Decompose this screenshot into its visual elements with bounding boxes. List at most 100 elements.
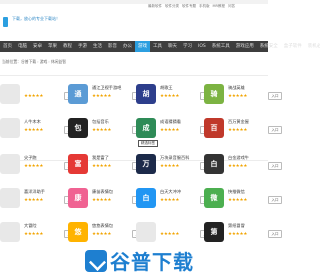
app-name[interactable]: 胡歌王	[160, 85, 173, 91]
app-icon[interactable]	[0, 118, 20, 138]
nav-item[interactable]: 装机必备	[305, 41, 320, 52]
site-logo[interactable]	[3, 17, 8, 27]
app-icon[interactable]: 悠	[68, 222, 88, 242]
app-icon-glyph	[0, 222, 20, 242]
rating-stars: ★★★★★	[160, 198, 180, 203]
app-name[interactable]: 快推微信	[228, 189, 245, 195]
nav-item[interactable]: 电脑	[15, 41, 30, 52]
site-slogan: 下载，放心的专业下载站！	[12, 16, 60, 21]
app-icon[interactable]: 万	[136, 154, 156, 174]
nav-item[interactable]: 工具	[150, 41, 165, 52]
app-icon-glyph: 富	[74, 160, 82, 168]
rating-stars: ★★★★★	[24, 164, 44, 169]
app-icon[interactable]	[0, 188, 20, 208]
app-icon[interactable]: 包	[68, 118, 88, 138]
download-button[interactable]: 入口	[268, 162, 282, 170]
breadcrumb-current: 休闲益智	[50, 59, 67, 64]
app-card[interactable]: 骑 骑战英雄 ★★★★★ 入口	[204, 84, 284, 118]
nav-item[interactable]: 系统工具	[209, 41, 233, 52]
app-card[interactable]: 第 第纸冒冒 ★★★★★ 入口	[204, 222, 284, 256]
app-icon[interactable]: 骑	[204, 84, 224, 104]
app-name[interactable]: 白金游戏牛	[228, 155, 249, 161]
tag-button[interactable]: 精选标签	[138, 140, 158, 147]
app-icon[interactable]: 百	[204, 118, 224, 138]
download-button[interactable]: 入口	[268, 92, 282, 100]
app-name[interactable]: 喜洋洋助手	[24, 189, 45, 195]
app-icon[interactable]: 第	[204, 222, 224, 242]
app-name[interactable]: 我是富了	[92, 155, 109, 161]
nav-item[interactable]: 办公	[120, 41, 135, 52]
app-icon[interactable]: 白	[204, 154, 224, 174]
top-link[interactable]: 最新软件	[148, 4, 162, 9]
app-icon[interactable]: 康	[68, 188, 88, 208]
rating-stars: ★★★★★	[92, 232, 112, 237]
app-icon-glyph: 悠	[74, 228, 82, 236]
app-name[interactable]: 通江卫视手游吧	[92, 85, 121, 91]
app-name[interactable]: 万块录音服百科	[160, 155, 189, 161]
app-name[interactable]: 百万黄金屋	[228, 119, 249, 125]
app-name[interactable]: 包括音乐	[92, 119, 109, 125]
nav-item[interactable]: 教程	[60, 41, 75, 52]
app-icon[interactable]	[0, 154, 20, 174]
app-name[interactable]: 康苗表情包	[92, 189, 113, 195]
app-name[interactable]: 悠悠表情包	[92, 223, 113, 229]
nav-item[interactable]: 苹果	[45, 41, 60, 52]
rating-stars: ★★★★★	[92, 164, 112, 169]
app-name[interactable]: 人牛木木	[24, 119, 41, 125]
app-icon[interactable]: 成	[136, 118, 156, 138]
rating-stars: ★★★★★	[228, 128, 248, 133]
app-name[interactable]: 大冒险	[24, 223, 37, 229]
top-link[interactable]: 问答	[228, 4, 235, 9]
nav-item[interactable]: 学习	[180, 41, 195, 52]
app-icon[interactable]: 富	[68, 154, 88, 174]
rating-stars: ★★★★★	[24, 94, 44, 99]
rating-stars: ★★★★★	[228, 232, 248, 237]
app-name[interactable]: 尖子跑	[24, 155, 37, 161]
app-card[interactable]: 百 百万黄金屋 ★★★★★ 入口	[204, 118, 284, 152]
rating-stars: ★★★★★	[160, 164, 180, 169]
nav-item[interactable]: 盒子软件	[281, 41, 305, 52]
download-button[interactable]: 入口	[268, 126, 282, 134]
top-link[interactable]: 软件分类	[165, 4, 179, 9]
breadcrumb-home[interactable]: 当前位置：谷普下载	[2, 59, 36, 64]
watermark: 谷普下载	[85, 246, 194, 275]
nav-item[interactable]: 生活	[90, 41, 105, 52]
main-nav: 首页 电脑 安卓 苹果 教程 手游 生活 影音 办公 游戏 工具 聊天 学习 IOS 系统工具 游戏应用 系统安…	[0, 41, 320, 52]
rating-stars: ★★★★★	[24, 198, 44, 203]
rating-stars: ★★★★★	[92, 128, 112, 133]
nav-item[interactable]: 游戏	[135, 41, 150, 52]
app-icon-glyph: 万	[142, 160, 150, 168]
breadcrumb-category[interactable]: 游戏	[40, 59, 48, 64]
app-icon-glyph: 康	[74, 194, 82, 202]
app-icon[interactable]	[136, 222, 156, 242]
app-icon[interactable]: 胡	[136, 84, 156, 104]
nav-item[interactable]: 影音	[105, 41, 120, 52]
app-icon[interactable]: 通	[68, 84, 88, 104]
app-icon[interactable]: 白	[136, 188, 156, 208]
top-link[interactable]: 软件专题	[182, 4, 196, 9]
nav-item[interactable]: 系统安全	[257, 41, 281, 52]
top-link[interactable]: 手机版	[199, 4, 210, 9]
rating-stars: ★★★★★	[160, 94, 180, 99]
app-name[interactable]: 第纸冒冒	[228, 223, 245, 229]
app-icon-glyph: 包	[74, 124, 82, 132]
nav-item[interactable]: 手游	[75, 41, 90, 52]
app-name[interactable]: 白天大冲冲	[160, 189, 181, 195]
app-card[interactable]: 白 白金游戏牛 ★★★★★ 入口	[204, 154, 284, 188]
app-icon-glyph: 百	[210, 124, 218, 132]
app-icon[interactable]: 微	[204, 188, 224, 208]
app-icon[interactable]	[0, 222, 20, 242]
nav-item[interactable]: 安卓	[30, 41, 45, 52]
app-name[interactable]: 骑战英雄	[228, 85, 245, 91]
nav-item[interactable]: 首页	[0, 41, 15, 52]
download-button[interactable]: 入口	[268, 196, 282, 204]
app-name[interactable]: 成语猜猜看	[160, 119, 181, 125]
app-icon[interactable]	[0, 84, 20, 104]
top-link[interactable]: MR教程	[213, 4, 225, 9]
nav-item[interactable]: 聊天	[165, 41, 180, 52]
app-card[interactable]: 微 快推微信 ★★★★★ 入口	[204, 188, 284, 222]
download-button[interactable]: 入口	[268, 230, 282, 238]
nav-item[interactable]: IOS	[195, 41, 209, 52]
app-icon-glyph	[0, 118, 20, 138]
nav-item[interactable]: 游戏应用	[233, 41, 257, 52]
